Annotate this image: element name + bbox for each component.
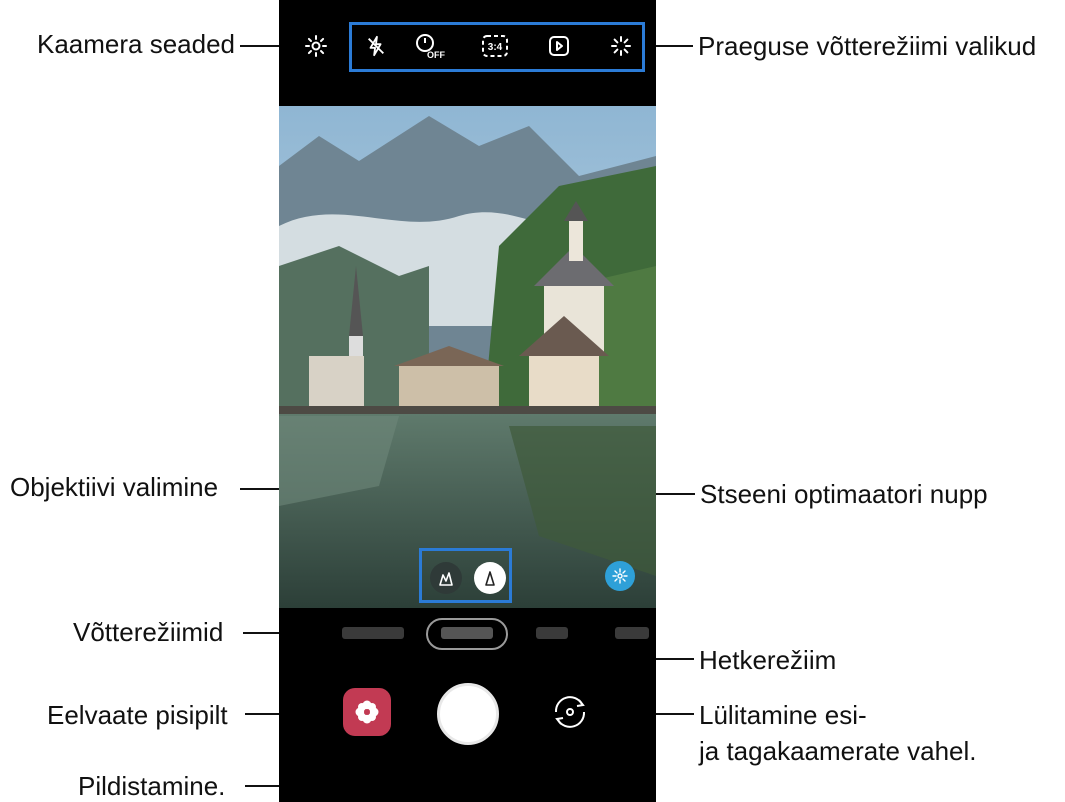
callout-switch-cameras-1: Lülitamine esi- bbox=[699, 700, 867, 730]
callout-scene-optimizer: Stseeni optimaatori nupp bbox=[700, 479, 988, 509]
timer-off-icon[interactable]: OFF bbox=[412, 28, 448, 64]
callout-current-mode-options: Praeguse võtterežiimi valikud bbox=[698, 31, 1037, 61]
callout-camera-settings: Kaamera seaded bbox=[37, 29, 236, 59]
timer-off-label: OFF bbox=[427, 50, 445, 60]
wide-lens-button[interactable] bbox=[474, 562, 506, 594]
ultra-wide-lens-button[interactable] bbox=[430, 562, 462, 594]
aspect-ratio-label: 3:4 bbox=[488, 42, 503, 53]
callout-preview-thumbnail: Eelvaate pisipilt bbox=[47, 700, 228, 730]
callout-lens-selection: Objektiivi valimine bbox=[10, 472, 219, 502]
switch-camera-button[interactable] bbox=[546, 688, 594, 736]
gallery-flower-icon bbox=[355, 700, 379, 724]
callout-take-picture: Pildistamine. bbox=[78, 771, 226, 801]
scene-optimizer-button[interactable] bbox=[605, 561, 635, 591]
settings-icon[interactable] bbox=[298, 28, 334, 64]
aspect-ratio-icon[interactable]: 3:4 bbox=[477, 28, 513, 64]
preview-thumbnail[interactable] bbox=[343, 688, 391, 736]
switch-camera-icon bbox=[554, 696, 586, 728]
callout-shooting-modes: Võtterežiimid bbox=[73, 617, 224, 647]
callout-switch-cameras-2: ja tagakaamerate vahel. bbox=[699, 736, 977, 766]
callout-current-mode: Hetkerežiim bbox=[699, 645, 837, 675]
mode-item[interactable] bbox=[536, 627, 568, 639]
mode-item[interactable] bbox=[342, 627, 404, 639]
scene-optimizer-icon bbox=[612, 568, 628, 584]
current-mode-label bbox=[441, 627, 493, 639]
filter-icon[interactable] bbox=[603, 28, 639, 64]
shutter-button[interactable] bbox=[437, 683, 499, 745]
motion-photo-icon[interactable] bbox=[541, 28, 577, 64]
mode-item[interactable] bbox=[615, 627, 649, 639]
camera-viewfinder[interactable] bbox=[279, 106, 656, 608]
flash-off-icon[interactable] bbox=[358, 28, 394, 64]
